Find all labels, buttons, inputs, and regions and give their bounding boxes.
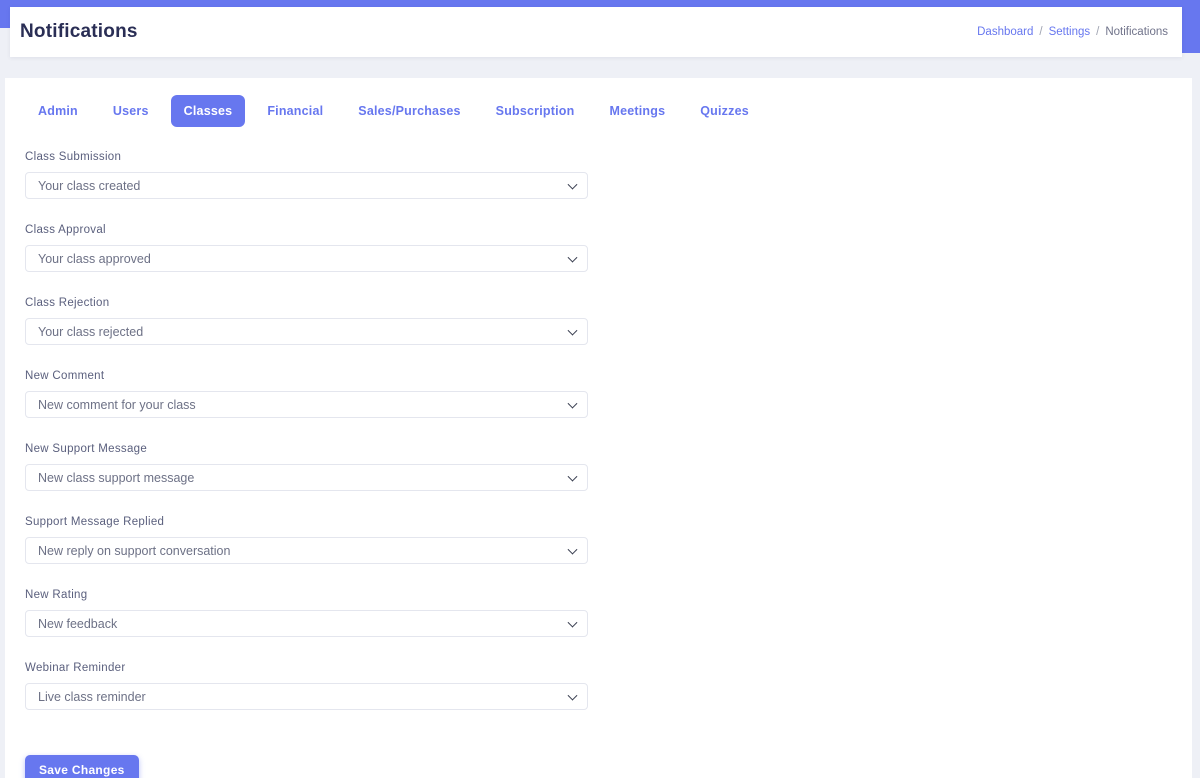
breadcrumb: Dashboard / Settings / Notifications (977, 26, 1172, 38)
breadcrumb-item-dashboard[interactable]: Dashboard (977, 26, 1033, 38)
tab-subscription[interactable]: Subscription (483, 95, 588, 127)
topbar-left-accent (0, 0, 10, 28)
save-changes-button[interactable]: Save Changes (25, 755, 139, 778)
select-wrapper: New class support message (25, 464, 588, 491)
label-class-submission: Class Submission (25, 151, 588, 163)
tab-meetings[interactable]: Meetings (596, 95, 678, 127)
tab-classes[interactable]: Classes (171, 95, 246, 127)
select-new-rating[interactable]: New feedback (25, 610, 588, 637)
breadcrumb-separator: / (1096, 26, 1099, 38)
label-support-message-replied: Support Message Replied (25, 516, 588, 528)
breadcrumb-separator: / (1039, 26, 1042, 38)
select-wrapper: New reply on support conversation (25, 537, 588, 564)
select-support-message-replied[interactable]: New reply on support conversation (25, 537, 588, 564)
label-webinar-reminder: Webinar Reminder (25, 662, 588, 674)
select-wrapper: Your class approved (25, 245, 588, 272)
select-class-rejection[interactable]: Your class rejected (25, 318, 588, 345)
select-webinar-reminder[interactable]: Live class reminder (25, 683, 588, 710)
notification-settings-form: Class Submission Your class created Clas… (25, 151, 588, 710)
select-new-support-message[interactable]: New class support message (25, 464, 588, 491)
label-new-comment: New Comment (25, 370, 588, 382)
select-new-comment[interactable]: New comment for your class (25, 391, 588, 418)
page: Notifications Dashboard / Settings / Notific… (0, 0, 1200, 778)
label-new-support-message: New Support Message (25, 443, 588, 455)
breadcrumb-item-notifications: Notifications (1105, 26, 1168, 38)
section-header: Notifications Dashboard / Settings / Notific… (10, 7, 1182, 57)
page-title: Notifications (20, 21, 138, 43)
select-wrapper: New comment for your class (25, 391, 588, 418)
tab-sales-purchases[interactable]: Sales/Purchases (345, 95, 473, 127)
label-new-rating: New Rating (25, 589, 588, 601)
select-wrapper: Live class reminder (25, 683, 588, 710)
tabs-nav: Admin Users ClassesFinancial Sales/Purchase… (25, 95, 1172, 127)
tab-quizzes[interactable]: Quizzes (687, 95, 762, 127)
label-class-approval: Class Approval (25, 224, 588, 236)
form-group: New Rating New feedback (25, 589, 588, 637)
select-wrapper: Your class rejected (25, 318, 588, 345)
label-class-rejection: Class Rejection (25, 297, 588, 309)
form-group: Support Message Replied New reply on sup… (25, 516, 588, 564)
select-wrapper: New feedback (25, 610, 588, 637)
tab-admin[interactable]: Admin (25, 95, 91, 127)
content-card: Admin Users ClassesFinancial Sales/Purchase… (5, 78, 1192, 778)
tab-financial[interactable]: Financial (254, 95, 336, 127)
form-group: Class Approval Your class approved (25, 224, 588, 272)
form-group: Class Submission Your class created (25, 151, 588, 199)
form-group: Webinar Reminder Live class reminder (25, 662, 588, 710)
form-group: New Support Message New class support me… (25, 443, 588, 491)
tab-users[interactable]: Users (100, 95, 162, 127)
breadcrumb-item-settings[interactable]: Settings (1049, 26, 1091, 38)
form-group: New Comment New comment for your class (25, 370, 588, 418)
select-class-submission[interactable]: Your class created (25, 172, 588, 199)
select-wrapper: Your class created (25, 172, 588, 199)
select-class-approval[interactable]: Your class approved (25, 245, 588, 272)
form-group: Class Rejection Your class rejected (25, 297, 588, 345)
topbar-accent-strip (0, 0, 1200, 7)
topbar-right-accent (1182, 0, 1200, 53)
